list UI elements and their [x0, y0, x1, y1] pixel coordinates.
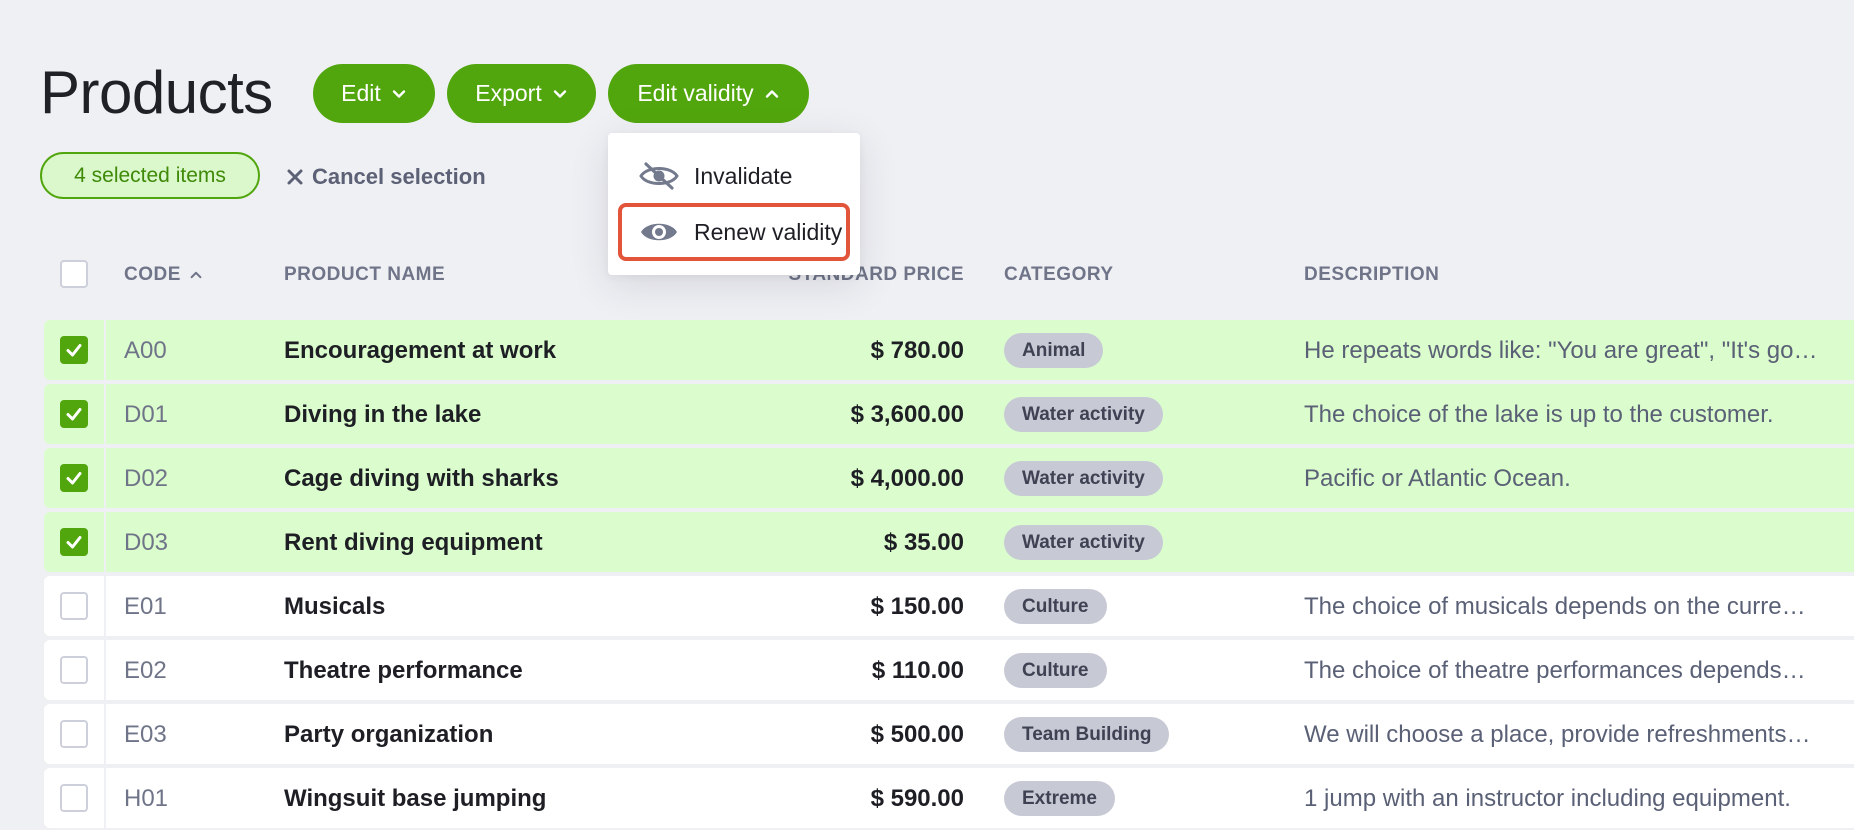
row-price: $ 150.00 — [870, 593, 964, 620]
column-header-code[interactable]: CODE — [124, 264, 203, 286]
renew-validity-menu-item[interactable]: Renew validity — [618, 203, 850, 261]
row-divider — [104, 448, 106, 508]
row-divider — [104, 768, 106, 828]
row-product-name: Cage diving with sharks — [284, 465, 559, 492]
close-icon — [287, 169, 303, 185]
table-row[interactable]: H01 Wingsuit base jumping $ 590.00 Extre… — [44, 768, 1854, 828]
row-checkbox[interactable] — [60, 528, 88, 556]
table-row[interactable]: E01 Musicals $ 150.00 Culture The choice… — [44, 576, 1854, 636]
row-divider — [104, 320, 106, 380]
row-divider — [104, 704, 106, 764]
column-header-description[interactable]: DESCRIPTION — [1304, 264, 1439, 286]
row-description: Pacific or Atlantic Ocean. — [1304, 465, 1571, 492]
row-checkbox[interactable] — [60, 400, 88, 428]
sort-ascending-icon — [190, 271, 202, 279]
category-badge: Team Building — [1004, 717, 1170, 752]
row-product-name: Theatre performance — [284, 657, 523, 684]
check-icon — [66, 536, 82, 549]
row-checkbox[interactable] — [60, 784, 88, 812]
column-header-code-label: CODE — [124, 264, 181, 285]
row-divider — [104, 512, 106, 572]
chevron-up-icon — [765, 89, 778, 98]
select-all-checkbox[interactable] — [60, 260, 88, 288]
renew-validity-label: Renew validity — [694, 218, 843, 245]
column-header-category[interactable]: CATEGORY — [1004, 264, 1114, 286]
row-checkbox[interactable] — [60, 656, 88, 684]
row-product-name: Wingsuit base jumping — [284, 785, 547, 812]
row-code: E01 — [124, 593, 167, 620]
row-divider — [104, 640, 106, 700]
row-product-name: Encouragement at work — [284, 337, 557, 364]
category-badge: Water activity — [1004, 461, 1163, 496]
export-button[interactable]: Export — [447, 64, 596, 123]
row-code: D03 — [124, 529, 169, 556]
check-icon — [66, 472, 82, 485]
table-row[interactable]: E02 Theatre performance $ 110.00 Culture… — [44, 640, 1854, 700]
row-code: E02 — [124, 657, 167, 684]
table-row[interactable]: D02 Cage diving with sharks $ 4,000.00 W… — [44, 448, 1854, 508]
row-checkbox[interactable] — [60, 592, 88, 620]
chevron-down-icon — [392, 89, 406, 98]
edit-validity-menu: Invalidate Renew validity — [608, 133, 860, 275]
selected-items-badge: 4 selected items — [40, 152, 260, 199]
row-description: The choice of musicals depends on the cu… — [1304, 593, 1806, 620]
row-price: $ 3,600.00 — [850, 401, 964, 428]
eye-off-icon — [639, 162, 679, 190]
edit-validity-button[interactable]: Edit validity — [608, 64, 809, 123]
category-badge: Water activity — [1004, 525, 1163, 560]
row-price: $ 35.00 — [883, 529, 964, 556]
invalidate-label: Invalidate — [694, 162, 793, 189]
row-description: We will choose a place, provide refreshm… — [1304, 721, 1811, 748]
row-description: The choice of the lake is up to the cust… — [1304, 401, 1774, 428]
row-product-name: Musicals — [284, 593, 386, 620]
row-product-name: Rent diving equipment — [284, 529, 543, 556]
row-divider — [104, 384, 106, 444]
row-checkbox[interactable] — [60, 720, 88, 748]
table-row[interactable]: A00 Encouragement at work $ 780.00 Anima… — [44, 320, 1854, 380]
table-header: CODE PRODUCT NAME STANDARD PRICE CATEGOR… — [44, 256, 1854, 296]
row-checkbox[interactable] — [60, 336, 88, 364]
row-description: The choice of theatre performances depen… — [1304, 657, 1806, 684]
row-price: $ 590.00 — [870, 785, 964, 812]
row-code: D01 — [124, 401, 169, 428]
table-row[interactable]: D03 Rent diving equipment $ 35.00 Water … — [44, 512, 1854, 572]
category-badge: Culture — [1004, 589, 1107, 624]
row-code: E03 — [124, 721, 167, 748]
export-button-label: Export — [475, 80, 542, 106]
row-price: $ 4,000.00 — [850, 465, 964, 492]
category-badge: Culture — [1004, 653, 1107, 688]
row-price: $ 110.00 — [871, 657, 964, 684]
column-header-product-name[interactable]: PRODUCT NAME — [284, 264, 445, 286]
edit-button-label: Edit — [341, 80, 381, 106]
category-badge: Extreme — [1004, 781, 1115, 816]
row-divider — [104, 576, 106, 636]
eye-icon — [641, 223, 677, 241]
row-code: H01 — [124, 785, 169, 812]
category-badge: Animal — [1004, 333, 1104, 368]
row-price: $ 500.00 — [870, 721, 964, 748]
page-title: Products — [40, 59, 273, 126]
row-product-name: Diving in the lake — [284, 401, 482, 428]
table-row[interactable]: D01 Diving in the lake $ 3,600.00 Water … — [44, 384, 1854, 444]
chevron-down-icon — [553, 89, 566, 98]
row-description: He repeats words like: "You are great", … — [1304, 337, 1818, 364]
row-price: $ 780.00 — [870, 337, 964, 364]
edit-button[interactable]: Edit — [313, 64, 435, 123]
check-icon — [66, 344, 82, 357]
row-description: 1 jump with an instructor including equi… — [1304, 785, 1791, 812]
row-code: A00 — [124, 337, 167, 364]
row-code: D02 — [124, 465, 169, 492]
category-badge: Water activity — [1004, 397, 1163, 432]
row-product-name: Party organization — [284, 721, 494, 748]
check-icon — [66, 408, 82, 421]
edit-validity-button-label: Edit validity — [637, 80, 754, 106]
table-row[interactable]: E03 Party organization $ 500.00 Team Bui… — [44, 704, 1854, 764]
cancel-selection-button[interactable]: Cancel selection — [286, 162, 486, 192]
row-checkbox[interactable] — [60, 464, 88, 492]
invalidate-menu-item[interactable]: Invalidate — [618, 147, 850, 205]
cancel-selection-label: Cancel selection — [312, 164, 486, 189]
